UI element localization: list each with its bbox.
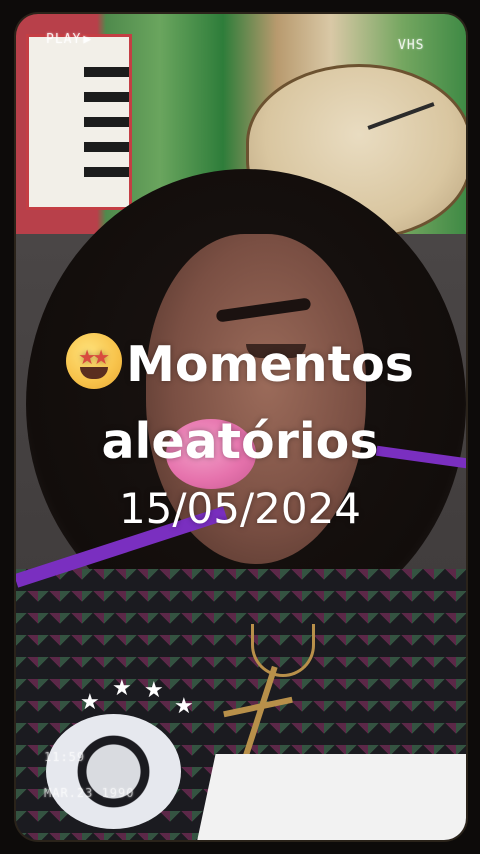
star-struck-emoji-icon: [66, 333, 123, 389]
crest-star-icon: ★: [112, 676, 132, 701]
crest-star-icon: ★: [174, 694, 194, 719]
caption-line-2: aleatórios: [101, 413, 379, 470]
crest-star-icon: ★: [80, 690, 100, 715]
crest-star-icon: ★: [144, 678, 164, 703]
caption-text-momentos: Momentos: [126, 336, 414, 393]
play-label: PLAY: [46, 32, 82, 47]
timestamp-date: MAR.23 1990: [44, 786, 135, 800]
play-indicator: PLAY ▶: [46, 32, 92, 47]
caption-date: 15/05/2024: [118, 484, 362, 533]
timestamp-time: 11:59: [44, 750, 86, 764]
play-icon: ▶: [83, 32, 93, 47]
club-crest: [46, 714, 181, 829]
caption-line-1: Momentos: [0, 333, 480, 393]
vhs-label: VHS: [398, 38, 425, 53]
mural-keyboard-illustration: [26, 34, 132, 210]
jersey-white-panel: [196, 754, 466, 840]
